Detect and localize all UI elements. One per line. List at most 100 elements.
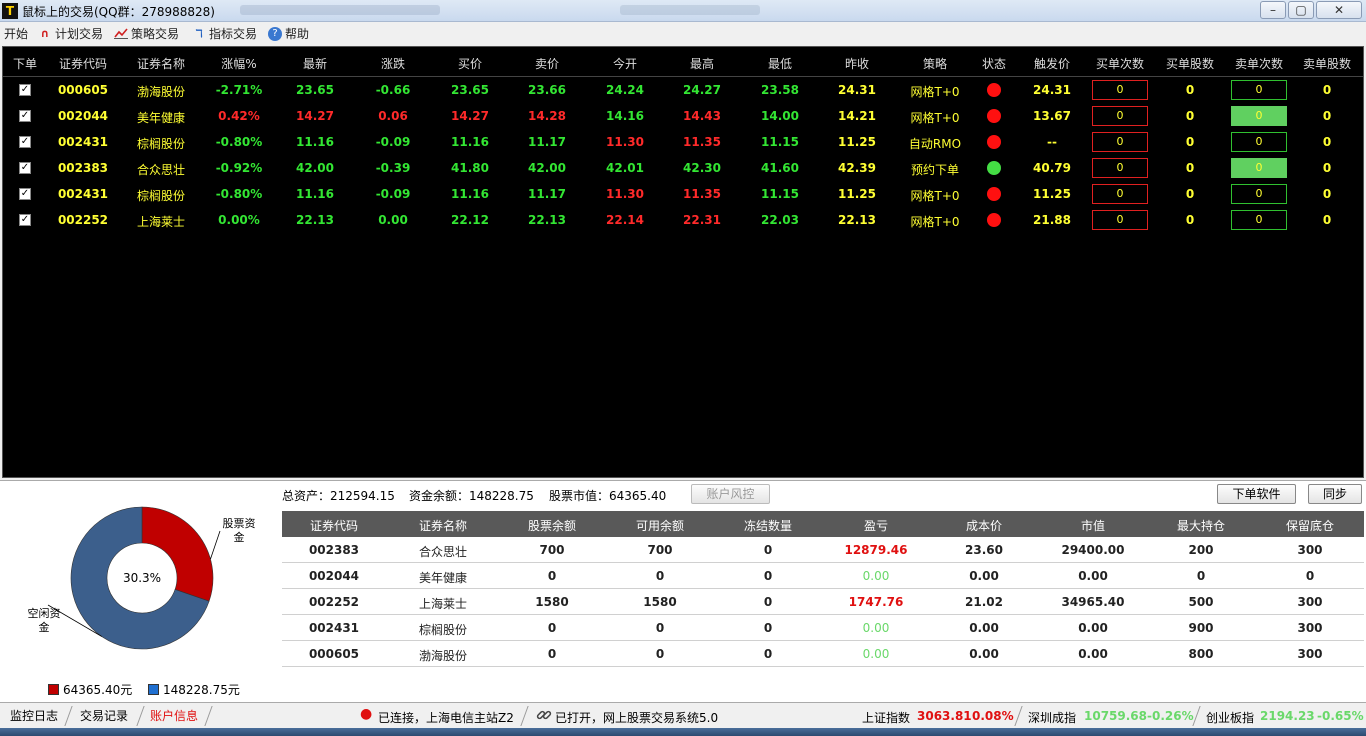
sell-times-input[interactable]: 0 xyxy=(1231,106,1287,126)
positions-row[interactable]: 002252 上海莱士 1580 1580 0 1747.76 21.02 34965.40 5… xyxy=(282,589,1364,615)
positions-header-cell[interactable]: 冻结数量 xyxy=(718,517,818,534)
buy-times-input[interactable]: 0 xyxy=(1092,210,1148,230)
quote-header-cell[interactable]: 最新 xyxy=(275,55,355,72)
quote-header-cell[interactable]: 卖单股数 xyxy=(1287,55,1366,72)
status-indicator-icon xyxy=(987,187,1001,201)
quote-cell-open: 14.16 xyxy=(606,109,644,123)
sync-button[interactable]: 同步 xyxy=(1308,484,1362,504)
quote-header-cell[interactable]: 买单次数 xyxy=(1080,55,1160,72)
buy-times-input[interactable]: 0 xyxy=(1092,132,1148,152)
order-checkbox[interactable]: ✓ xyxy=(19,136,31,148)
positions-cell-frozen: 0 xyxy=(763,543,773,557)
quote-row[interactable]: ✓ 002431 棕榈股份 -0.80% 11.16 -0.09 11.16 11.17 11.… xyxy=(3,181,1363,207)
positions-header-cell[interactable]: 可用余额 xyxy=(610,517,710,534)
sell-times-input[interactable]: 0 xyxy=(1231,210,1287,230)
menu-start[interactable]: 开始 xyxy=(4,25,28,42)
positions-row[interactable]: 000605 渤海股份 0 0 0 0.00 0.00 0.00 800 300 xyxy=(282,641,1364,667)
positions-header-cell[interactable]: 保留底仓 xyxy=(1260,517,1360,534)
positions-cell-cost: 21.02 xyxy=(965,595,1003,609)
fund-donut-chart: 30.3% 股票资金 空闲资金 xyxy=(20,501,270,701)
menu-strategy-trade[interactable]: 策略交易 xyxy=(114,25,179,42)
buy-times-input[interactable]: 0 xyxy=(1092,184,1148,204)
positions-cell-pnl: 0.00 xyxy=(862,569,890,583)
menu-help[interactable]: ? 帮助 xyxy=(268,25,309,42)
positions-header-cell[interactable]: 证券名称 xyxy=(393,517,493,534)
sell-times-input[interactable]: 0 xyxy=(1231,158,1287,178)
quote-cell-bid: 14.27 xyxy=(451,109,489,123)
quote-cell-sell-shares: 0 xyxy=(1322,83,1332,97)
quote-row[interactable]: ✓ 002252 上海莱士 0.00% 22.13 0.00 22.12 22.13 22.14… xyxy=(3,207,1363,233)
quote-header-cell[interactable]: 证券代码 xyxy=(43,55,123,72)
sh-index-name: 上证指数 xyxy=(862,711,911,725)
quote-cell-chg: -0.09 xyxy=(375,135,411,149)
positions-header-cell[interactable]: 最大持仓 xyxy=(1151,517,1251,534)
menu-indicator-trade[interactable]: ℸ 指标交易 xyxy=(192,25,257,42)
quote-cell-sell-shares: 0 xyxy=(1322,135,1332,149)
positions-cell-value: 29400.00 xyxy=(1061,543,1125,557)
buy-times-input[interactable]: 0 xyxy=(1092,106,1148,126)
positions-header-cell[interactable]: 成本价 xyxy=(934,517,1034,534)
quote-cell-prev: 22.13 xyxy=(838,213,876,227)
quote-cell-high: 11.35 xyxy=(683,135,721,149)
quote-row[interactable]: ✓ 002044 美年健康 0.42% 14.27 0.06 14.27 14.28 14.16… xyxy=(3,103,1363,129)
quote-header-cell[interactable]: 昨收 xyxy=(817,55,897,72)
maximize-button[interactable]: ▢ xyxy=(1288,1,1314,19)
tab-trade-records[interactable]: 交易记录 xyxy=(76,706,132,726)
order-software-button[interactable]: 下单软件 xyxy=(1217,484,1296,504)
quote-cell-pct: -0.80% xyxy=(215,187,263,201)
quote-cell-trigger: 13.67 xyxy=(1033,109,1071,123)
positions-cell-max: 800 xyxy=(1188,647,1214,661)
positions-cell-available: 0 xyxy=(655,569,665,583)
positions-cell-pnl: 1747.76 xyxy=(848,595,904,609)
sell-times-input[interactable]: 0 xyxy=(1231,80,1287,100)
quote-header-cell[interactable]: 买价 xyxy=(430,55,510,72)
order-checkbox[interactable]: ✓ xyxy=(19,188,31,200)
tab-account-info[interactable]: 账户信息 xyxy=(146,706,202,726)
quote-header-cell[interactable]: 卖价 xyxy=(507,55,587,72)
menu-plan-trade[interactable]: ∩ 计划交易 xyxy=(38,25,103,42)
quote-header-cell[interactable]: 最高 xyxy=(662,55,742,72)
sell-times-input[interactable]: 0 xyxy=(1231,132,1287,152)
quote-cell-ask: 22.13 xyxy=(528,213,566,227)
quote-cell-strategy: 网格T+0 xyxy=(910,189,960,203)
order-checkbox[interactable]: ✓ xyxy=(19,110,31,122)
positions-row[interactable]: 002383 合众思壮 700 700 0 12879.46 23.60 29400.00 20… xyxy=(282,537,1364,563)
order-checkbox[interactable]: ✓ xyxy=(19,84,31,96)
quote-cell-strategy: 自动RMO xyxy=(908,137,962,151)
stock-value: 股票市值：64365.40 xyxy=(549,489,667,503)
risk-control-button[interactable]: 账户风控 xyxy=(691,484,770,504)
positions-header-cell[interactable]: 市值 xyxy=(1043,517,1143,534)
line-chart-icon xyxy=(114,27,128,41)
quote-header-cell[interactable]: 涨跌 xyxy=(353,55,433,72)
minimize-button[interactable]: – xyxy=(1260,1,1286,19)
positions-header-cell[interactable]: 盈亏 xyxy=(826,517,926,534)
quote-row[interactable]: ✓ 002383 合众思壮 -0.92% 42.00 -0.39 41.80 42.00 42.… xyxy=(3,155,1363,181)
sz-index-pct: -0.26% xyxy=(1147,709,1194,723)
positions-header-cell[interactable]: 股票余额 xyxy=(502,517,602,534)
positions-cell-frozen: 0 xyxy=(763,595,773,609)
quote-cell-pct: 0.00% xyxy=(218,213,260,227)
quote-row[interactable]: ✓ 000605 渤海股份 -2.71% 23.65 -0.66 23.65 23.66 24.… xyxy=(3,77,1363,103)
tab-monitor-log[interactable]: 监控日志 xyxy=(6,706,62,726)
quote-cell-buy-shares: 0 xyxy=(1185,187,1195,201)
status-indicator-icon xyxy=(987,135,1001,149)
quote-header-cell[interactable]: 证券名称 xyxy=(121,55,201,72)
close-button[interactable]: ✕ xyxy=(1316,1,1362,19)
buy-times-input[interactable]: 0 xyxy=(1092,80,1148,100)
quote-header-cell[interactable]: 今开 xyxy=(585,55,665,72)
positions-row[interactable]: 002044 美年健康 0 0 0 0.00 0.00 0.00 0 0 xyxy=(282,563,1364,589)
positions-cell-max: 200 xyxy=(1188,543,1214,557)
order-checkbox[interactable]: ✓ xyxy=(19,214,31,226)
quote-table: 下单 证券代码 证券名称 涨幅% 最新 涨跌 买价 卖价 今开 最高 最低 昨收 策略 状态 触发价 买单次数… xyxy=(2,46,1364,478)
quote-header-cell[interactable]: 涨幅% xyxy=(199,55,279,72)
positions-row[interactable]: 002431 棕榈股份 0 0 0 0.00 0.00 0.00 900 300 xyxy=(282,615,1364,641)
positions-cell-pnl: 0.00 xyxy=(862,621,890,635)
donut-leader-stock xyxy=(210,530,221,560)
quote-header-cell[interactable]: 最低 xyxy=(740,55,820,72)
order-checkbox[interactable]: ✓ xyxy=(19,162,31,174)
sell-times-input[interactable]: 0 xyxy=(1231,184,1287,204)
quote-header-cell[interactable]: 买单股数 xyxy=(1150,55,1230,72)
buy-times-input[interactable]: 0 xyxy=(1092,158,1148,178)
positions-header-cell[interactable]: 证券代码 xyxy=(284,517,384,534)
quote-row[interactable]: ✓ 002431 棕榈股份 -0.80% 11.16 -0.09 11.16 11.17 11.… xyxy=(3,129,1363,155)
